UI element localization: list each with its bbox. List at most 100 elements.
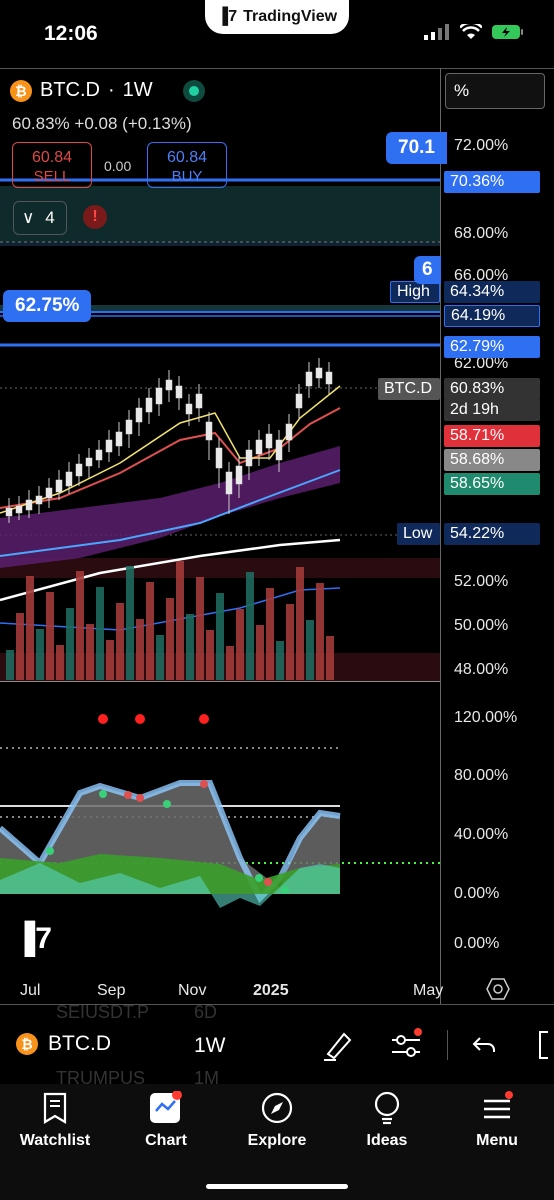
candle: [295, 393, 303, 409]
candle: [235, 465, 243, 485]
market-status-icon: [182, 79, 205, 102]
toolbar-interval[interactable]: 1W: [194, 1034, 226, 1058]
toolbar-symbol-name: BTC.D: [48, 1032, 111, 1055]
time-label-nov: Nov: [178, 982, 207, 999]
symbol-name: BTC.D: [40, 79, 100, 101]
last-price: 60.83%: [12, 114, 70, 133]
bitcoin-icon: ₿: [10, 79, 32, 102]
status-time: 12:06: [44, 22, 98, 45]
drawing-label-66[interactable]: 6: [414, 256, 441, 284]
buy-label: BUY: [171, 168, 203, 185]
undo-icon[interactable]: [472, 1032, 498, 1058]
candle: [205, 421, 213, 441]
candle: [265, 433, 273, 449]
percent-scale-button[interactable]: %: [445, 73, 545, 109]
price-change: +0.08: [74, 114, 118, 133]
drawing-label-70[interactable]: 70.1: [386, 132, 447, 164]
volume-bar: [66, 608, 74, 680]
volume-bar: [296, 567, 304, 680]
time-label-2025: 2025: [253, 982, 289, 999]
battery-charging-icon: [492, 25, 523, 39]
candle: [115, 431, 123, 447]
volume-bar: [46, 592, 54, 680]
bitcoin-icon: ₿: [16, 1033, 38, 1055]
osc-tick-120: 120.00%: [454, 709, 518, 726]
nav-ideas[interactable]: Ideas: [337, 1090, 437, 1150]
volume-bar: [36, 629, 44, 680]
nav-chart[interactable]: Chart: [116, 1090, 216, 1150]
volume-bar: [326, 636, 334, 680]
osc-tick-40: 40.00%: [454, 826, 509, 843]
nav-watchlist-label: Watchlist: [19, 1132, 91, 1149]
bar-countdown: 2d 19h: [444, 399, 540, 421]
axis-tick-50: 50.00%: [454, 617, 509, 634]
candle: [35, 495, 43, 505]
time-label-may: May: [413, 982, 444, 999]
volume-bar: [56, 645, 64, 680]
alert-icon[interactable]: !: [83, 205, 107, 229]
volume-bar: [106, 640, 114, 680]
buy-button[interactable]: 60.84 BUY: [147, 142, 227, 188]
menu-icon: [484, 1091, 513, 1119]
volume-bar: [216, 593, 224, 680]
candle: [275, 439, 283, 461]
toolbar-symbol[interactable]: ₿ BTC.D: [16, 1032, 111, 1056]
drawing-tools-icon[interactable]: [322, 1028, 356, 1062]
chart-settings-icon[interactable]: [486, 978, 510, 1000]
tradingview-logo-icon: ▐7: [216, 8, 238, 25]
volume-bar: [6, 650, 14, 680]
axis-tick-48: 48.00%: [454, 661, 509, 678]
candle: [45, 487, 53, 499]
compass-icon: [261, 1092, 293, 1124]
fullscreen-icon[interactable]: [536, 1030, 554, 1060]
volume-bar: [226, 646, 234, 680]
candle: [225, 471, 233, 495]
volume-bar: [276, 641, 284, 680]
indicators-toggle[interactable]: ∨ 4: [13, 201, 67, 235]
volume-bar: [136, 619, 144, 680]
candle: [185, 403, 193, 415]
candle: [25, 499, 33, 511]
volume-bar: [156, 635, 164, 680]
volume-bar: [76, 571, 84, 680]
tradingview-pill[interactable]: ▐7 TradingView: [205, 0, 349, 34]
candle: [105, 439, 113, 453]
sell-label: SELL: [33, 168, 71, 185]
volume-bar: [196, 577, 204, 680]
sell-button[interactable]: 60.84 SELL: [12, 142, 92, 188]
indicator-settings-icon[interactable]: [390, 1028, 424, 1062]
osc-tick-80: 80.00%: [454, 767, 509, 784]
volume-bar: [236, 609, 244, 680]
nav-chart-label: Chart: [145, 1132, 187, 1149]
nav-menu-label: Menu: [476, 1132, 518, 1149]
nav-explore[interactable]: Explore: [227, 1090, 327, 1150]
low-label: Low: [397, 523, 440, 545]
candle: [285, 423, 293, 441]
axis-tick-52: 52.00%: [454, 573, 509, 590]
candle: [95, 449, 103, 461]
time-label-jul: Jul: [20, 982, 41, 999]
drawing-label-62-75[interactable]: 62.75%: [3, 290, 92, 322]
candle: [55, 479, 63, 493]
candle: [125, 419, 133, 435]
candle: [5, 507, 13, 517]
nav-watchlist[interactable]: Watchlist: [5, 1090, 105, 1150]
price-tag-70-36: 70.36%: [444, 171, 540, 193]
price-tag-58-71: 58.71%: [444, 425, 540, 447]
ghost-symbol-1: SEIUSDT.P: [56, 1002, 150, 1022]
nav-menu[interactable]: Menu: [447, 1090, 547, 1150]
candle: [155, 387, 163, 405]
osc-tick-0: 0.00%: [454, 885, 500, 902]
candle: [175, 385, 183, 399]
volume-bar: [176, 561, 184, 680]
candle: [195, 393, 203, 409]
volume-bar: [286, 604, 294, 680]
symbol-header[interactable]: ₿ BTC.D · 1W: [10, 79, 205, 102]
candle: [135, 407, 143, 423]
volume-bar: [146, 582, 154, 680]
candle: [305, 371, 313, 387]
nav-explore-label: Explore: [247, 1132, 307, 1149]
volume-bar: [116, 603, 124, 680]
volume-bar: [306, 620, 314, 680]
lightbulb-icon: [374, 1091, 400, 1125]
